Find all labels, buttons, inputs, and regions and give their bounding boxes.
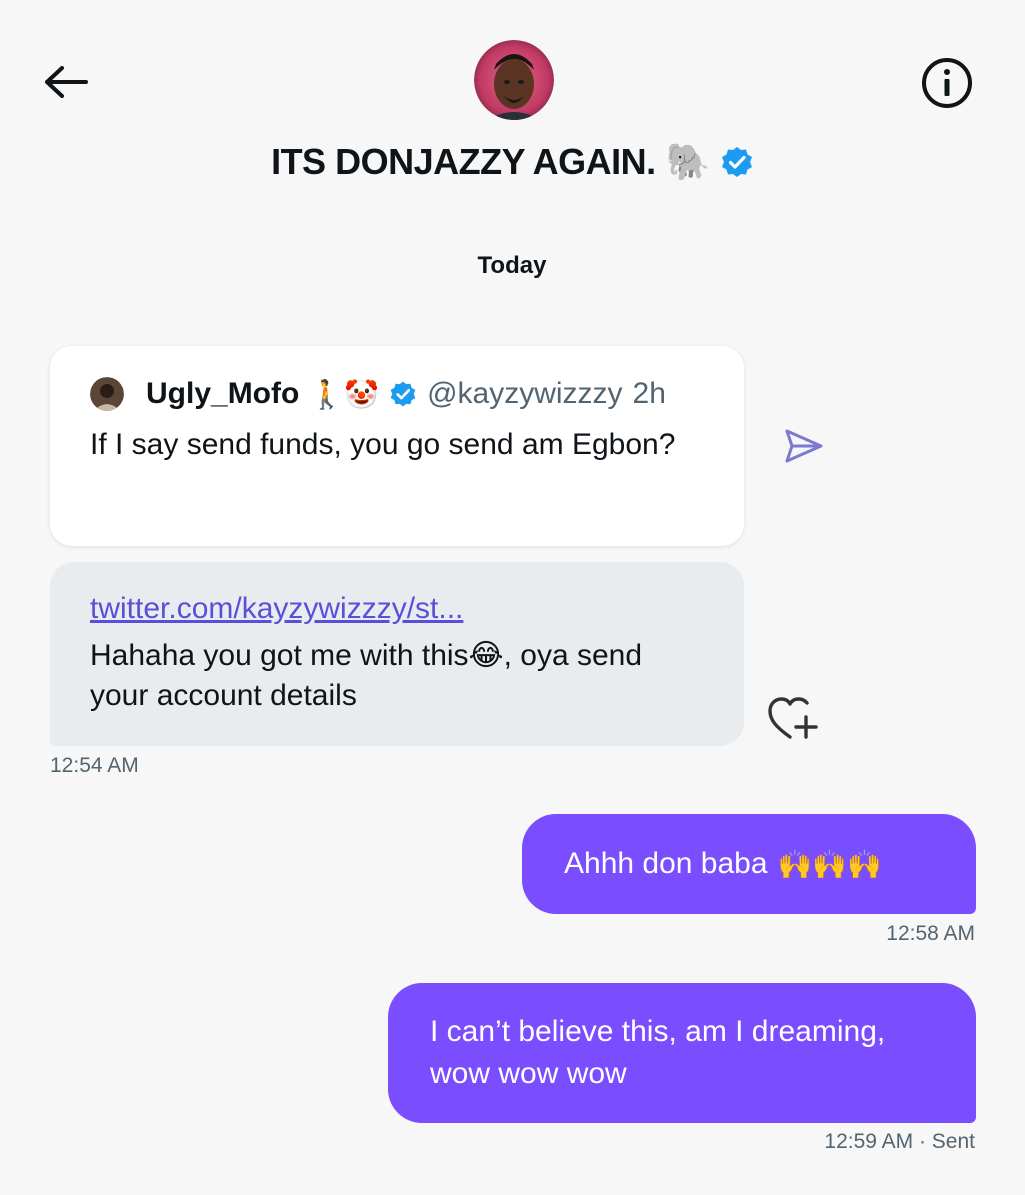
sent-message-bubble[interactable]: I can’t believe this, am I dreaming, wow… [388, 983, 976, 1123]
tweet-link[interactable]: twitter.com/kayzywizzzy/st... [90, 592, 463, 626]
info-icon [922, 58, 972, 108]
info-button[interactable] [918, 54, 976, 112]
tweet-author-emojis: 🚶🤡 [309, 377, 380, 411]
share-button[interactable] [780, 424, 828, 468]
tweet-time: 2h [632, 377, 666, 410]
chat-title-text: ITS DONJAZZY AGAIN. [271, 141, 656, 182]
add-reaction-button[interactable] [762, 690, 822, 746]
profile-photo [474, 40, 554, 120]
verified-badge-icon [721, 147, 752, 177]
tweet-author-name: Ugly_Mofo [146, 377, 300, 410]
arrow-left-icon [45, 66, 88, 98]
sent-message-text: I can’t believe this, am I dreaming, wow… [430, 1015, 886, 1090]
sent-message-text: Ahhh don baba [564, 847, 768, 880]
sent-timestamp: 12:59 AM · Sent [824, 1130, 975, 1153]
tweet-header: Ugly_Mofo 🚶🤡 @kayzywizzzy 2h [146, 374, 726, 414]
sent-message-bubble[interactable]: Ahhh don baba 🙌🙌🙌 [522, 814, 976, 914]
send-icon [785, 429, 823, 463]
sent-timestamp: 12:58 AM [886, 922, 975, 945]
back-button[interactable] [38, 58, 92, 106]
day-separator: Today [477, 252, 547, 279]
avatar[interactable] [474, 40, 554, 120]
elephant-emoji: 🐘 [665, 142, 711, 183]
verified-badge-icon [390, 381, 416, 407]
tweet-author-handle: @kayzywizzzy [427, 377, 623, 410]
received-message-text: Hahaha you got me with this😂, oya send y… [90, 636, 690, 716]
tweet-author-avatar [90, 377, 124, 411]
received-message-bubble[interactable]: twitter.com/kayzywizzzy/st... Hahaha you… [50, 562, 744, 746]
raised-hands-emoji: 🙌🙌🙌 [777, 847, 883, 881]
heart-plus-icon [768, 697, 818, 739]
received-timestamp: 12:54 AM [50, 754, 139, 777]
received-text-part-1: Hahaha you got me with this [90, 639, 469, 672]
chat-title: ITS DONJAZZY AGAIN. 🐘 [180, 137, 845, 187]
quoted-tweet-card[interactable]: Ugly_Mofo 🚶🤡 @kayzywizzzy 2h If I say se… [50, 346, 744, 546]
laughing-emoji: 😂 [468, 638, 504, 673]
tweet-text: If I say send funds, you go send am Egbo… [90, 428, 676, 461]
